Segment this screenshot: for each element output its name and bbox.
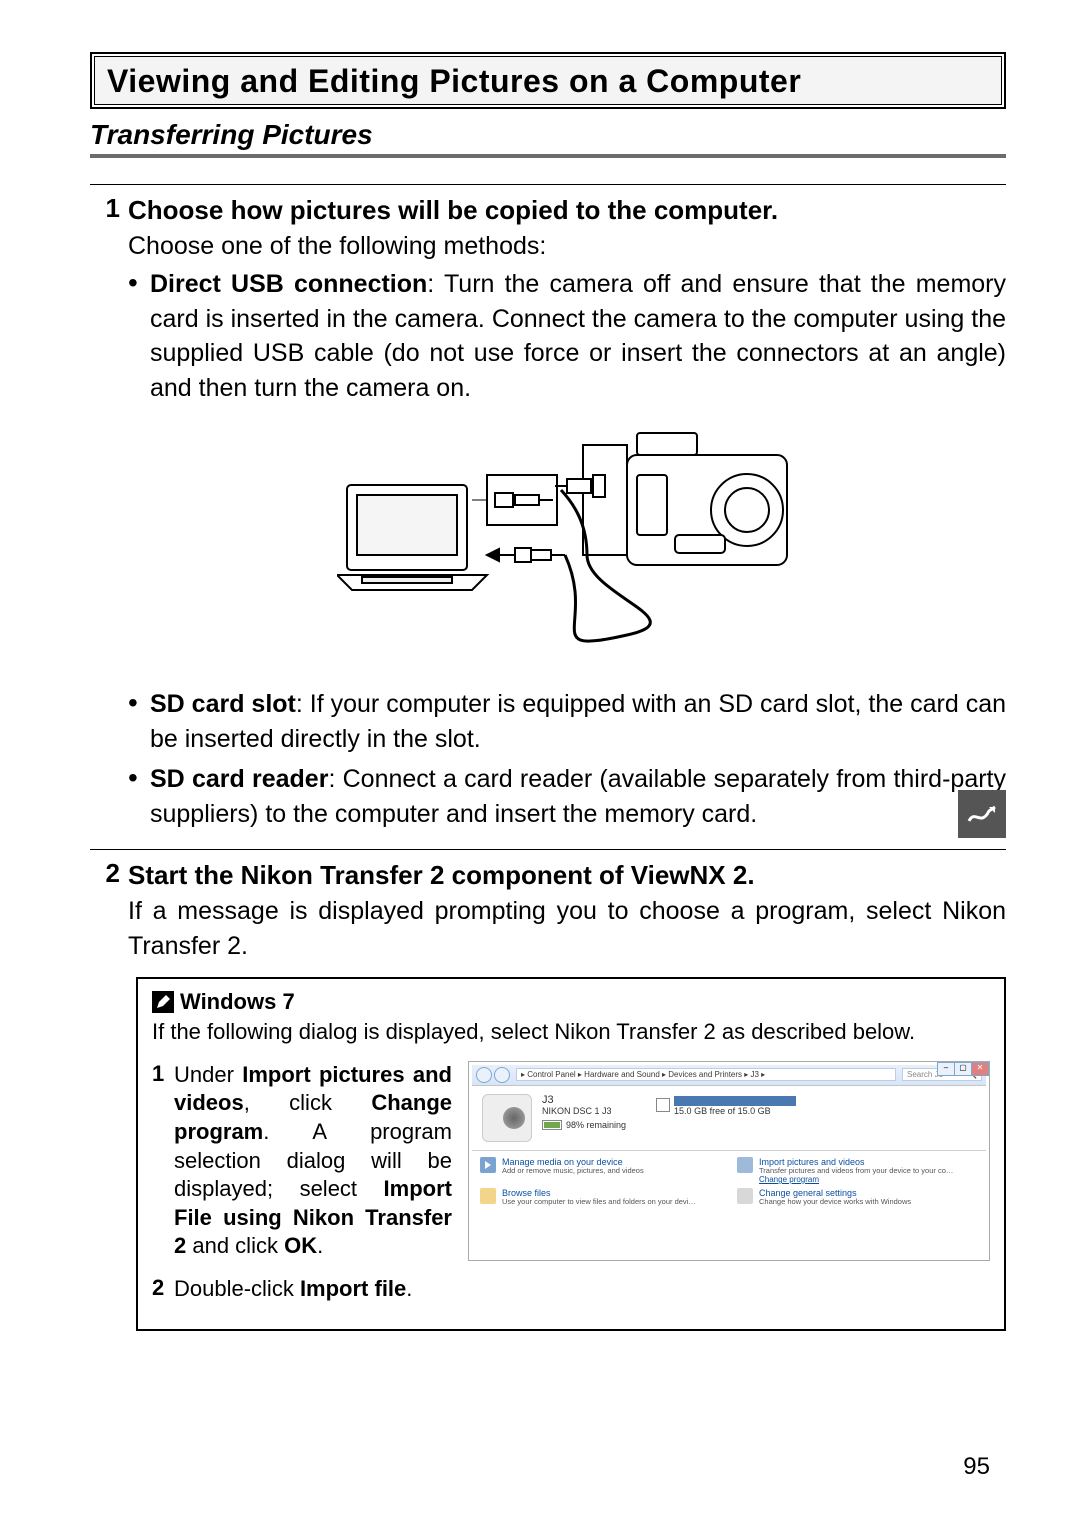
bullet-label: Direct USB connection — [150, 270, 427, 298]
device-name: J3 — [542, 1094, 626, 1106]
action-change-settings[interactable]: Change general settingsChange how your d… — [737, 1188, 978, 1206]
note-substep-2: 2 Double-click Import file. — [152, 1275, 452, 1304]
storage-bar — [674, 1096, 796, 1106]
storage-status: 15.0 GB free of 15.0 GB — [656, 1094, 796, 1116]
battery-icon — [542, 1120, 562, 1130]
action-browse-files[interactable]: Browse filesUse your computer to view fi… — [480, 1188, 721, 1206]
note-intro: If the following dialog is displayed, se… — [152, 1017, 990, 1046]
substep-number: 2 — [152, 1275, 174, 1304]
change-program-link[interactable]: Change program — [759, 1175, 953, 1184]
bullet-sd-slot: SD card slot: If your computer is equipp… — [150, 687, 1006, 756]
close-button[interactable]: ✕ — [972, 1062, 989, 1076]
bullet-label: SD card reader — [150, 765, 328, 793]
subsection-title: Transferring Pictures — [90, 119, 1006, 158]
step-text: If a message is displayed prompting you … — [128, 894, 1006, 963]
step-number: 2 — [90, 858, 128, 963]
bullet-direct-usb: Direct USB connection: Turn the camera o… — [150, 267, 1006, 405]
section-header: Viewing and Editing Pictures on a Comput… — [94, 56, 1002, 105]
step-number: 1 — [90, 193, 128, 837]
windows-dialog-screenshot: – ▢ ✕ ▸ Control Panel ▸ Hardware and Sou… — [468, 1061, 990, 1261]
action-import[interactable]: Import pictures and videosTransfer pictu… — [737, 1157, 978, 1184]
windows7-note: Windows 7 If the following dialog is dis… — [136, 977, 1006, 1331]
page-number: 95 — [963, 1453, 990, 1481]
device-model: NIKON DSC 1 J3 — [542, 1106, 626, 1116]
back-icon[interactable] — [476, 1067, 492, 1083]
section-header-frame: Viewing and Editing Pictures on a Comput… — [90, 52, 1006, 109]
camera-thumbnail-icon — [482, 1094, 532, 1142]
bullet-sd-reader: SD card reader: Connect a card reader (a… — [150, 762, 1006, 831]
note-title: Windows 7 — [180, 989, 295, 1015]
forward-icon[interactable] — [494, 1067, 510, 1083]
folder-icon — [480, 1188, 496, 1204]
nav-buttons[interactable] — [476, 1067, 510, 1083]
step-2: 2 Start the Nikon Transfer 2 component o… — [90, 849, 1006, 1331]
play-icon — [480, 1157, 496, 1173]
step-1: 1 Choose how pictures will be copied to … — [90, 184, 1006, 837]
gear-icon — [737, 1188, 753, 1204]
window-controls: – ▢ ✕ — [937, 1062, 989, 1076]
section-tab-icon — [958, 790, 1006, 838]
usb-connection-illustration — [337, 415, 797, 675]
action-manage-media[interactable]: Manage media on your deviceAdd or remove… — [480, 1157, 721, 1184]
section-title: Viewing and Editing Pictures on a Comput… — [107, 63, 989, 100]
breadcrumb[interactable]: ▸ Control Panel ▸ Hardware and Sound ▸ D… — [516, 1068, 896, 1081]
note-substep-1: 1 Under Import pictures and videos, clic… — [152, 1061, 452, 1261]
minimize-button[interactable]: – — [937, 1062, 955, 1076]
step-heading: Start the Nikon Transfer 2 component of … — [128, 858, 1006, 894]
drive-icon — [656, 1098, 670, 1112]
import-icon — [737, 1157, 753, 1173]
step-heading: Choose how pictures will be copied to th… — [128, 193, 1006, 229]
battery-status: 98% remaining — [542, 1120, 626, 1130]
pencil-icon — [152, 991, 174, 1013]
substep-number: 1 — [152, 1061, 174, 1261]
bullet-label: SD card slot — [150, 690, 296, 718]
step-intro: Choose one of the following methods: — [128, 229, 1006, 264]
maximize-button[interactable]: ▢ — [955, 1062, 972, 1076]
